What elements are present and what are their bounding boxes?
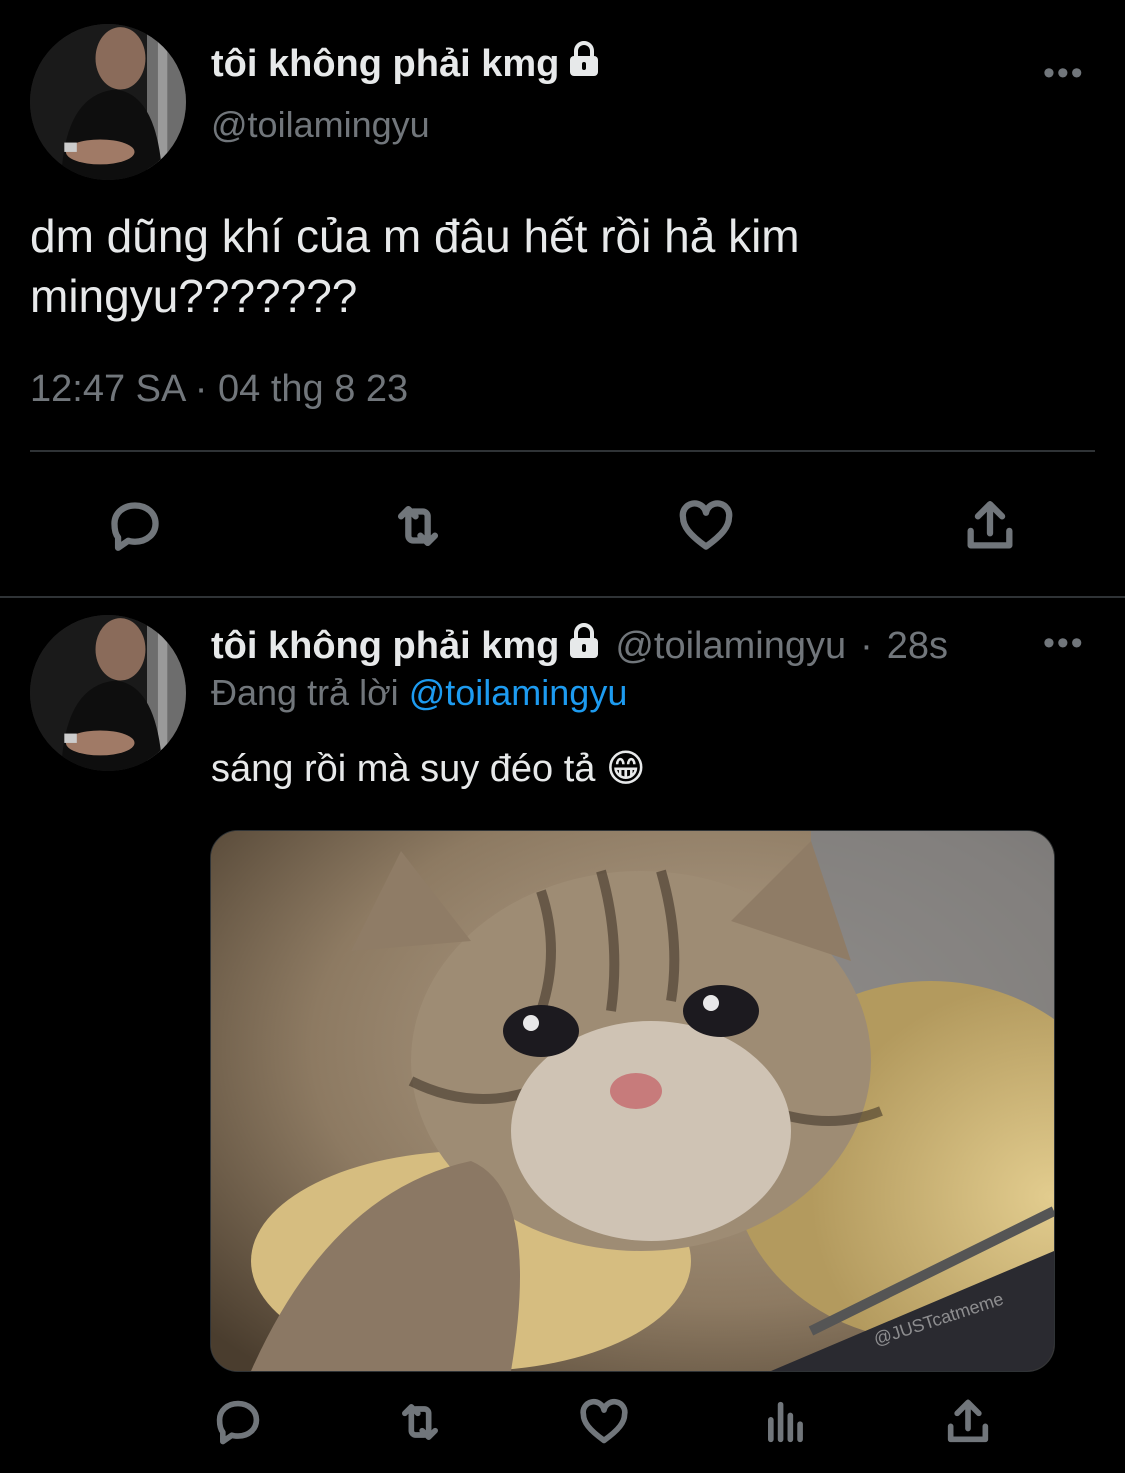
lock-icon — [567, 622, 601, 670]
reply-display-name[interactable]: tôi không phải kmg — [211, 622, 601, 670]
more-icon[interactable]: ••• — [1043, 626, 1085, 660]
replying-to-link[interactable]: @toilamingyu — [409, 672, 628, 713]
like-icon[interactable] — [574, 1392, 634, 1452]
reply-avatar[interactable] — [30, 615, 186, 771]
share-icon[interactable] — [958, 494, 1022, 558]
reply-display-name-text: tôi không phải kmg — [211, 624, 560, 667]
replying-prefix: Đang trả lời — [211, 672, 399, 713]
display-name-text: tôi không phải kmg — [211, 42, 560, 85]
reply-handle[interactable]: @toilamingyu — [615, 625, 846, 668]
share-icon[interactable] — [938, 1392, 998, 1452]
like-icon[interactable] — [674, 494, 738, 558]
reply-icon[interactable] — [208, 1392, 268, 1452]
divider — [30, 450, 1095, 452]
reply-time[interactable]: 28s — [887, 625, 948, 668]
tweet-media-image[interactable]: @JUSTcatmeme — [210, 830, 1055, 1372]
avatar[interactable] — [30, 24, 186, 180]
separator-dot: · — [860, 624, 873, 667]
tweet-timestamp[interactable]: 12:47 SA · 04 thg 8 23 — [30, 368, 408, 411]
reply-header: tôi không phải kmg @toilamingyu · 28s — [211, 622, 948, 670]
retweet-icon[interactable] — [386, 494, 450, 558]
reply-text: sáng rồi mà suy đéo tả 😁 — [211, 748, 646, 790]
analytics-icon[interactable] — [756, 1392, 816, 1452]
section-divider — [0, 596, 1125, 598]
lock-icon — [567, 40, 601, 88]
handle[interactable]: @toilamingyu — [211, 104, 430, 146]
more-icon[interactable]: ••• — [1043, 56, 1085, 90]
display-name[interactable]: tôi không phải kmg — [211, 40, 601, 88]
reply-icon[interactable] — [103, 494, 167, 558]
retweet-icon[interactable] — [390, 1392, 450, 1452]
replying-to: Đang trả lời @toilamingyu — [211, 672, 627, 714]
tweet-text: dm dũng khí của m đâu hết rồi hả kim min… — [30, 210, 800, 322]
